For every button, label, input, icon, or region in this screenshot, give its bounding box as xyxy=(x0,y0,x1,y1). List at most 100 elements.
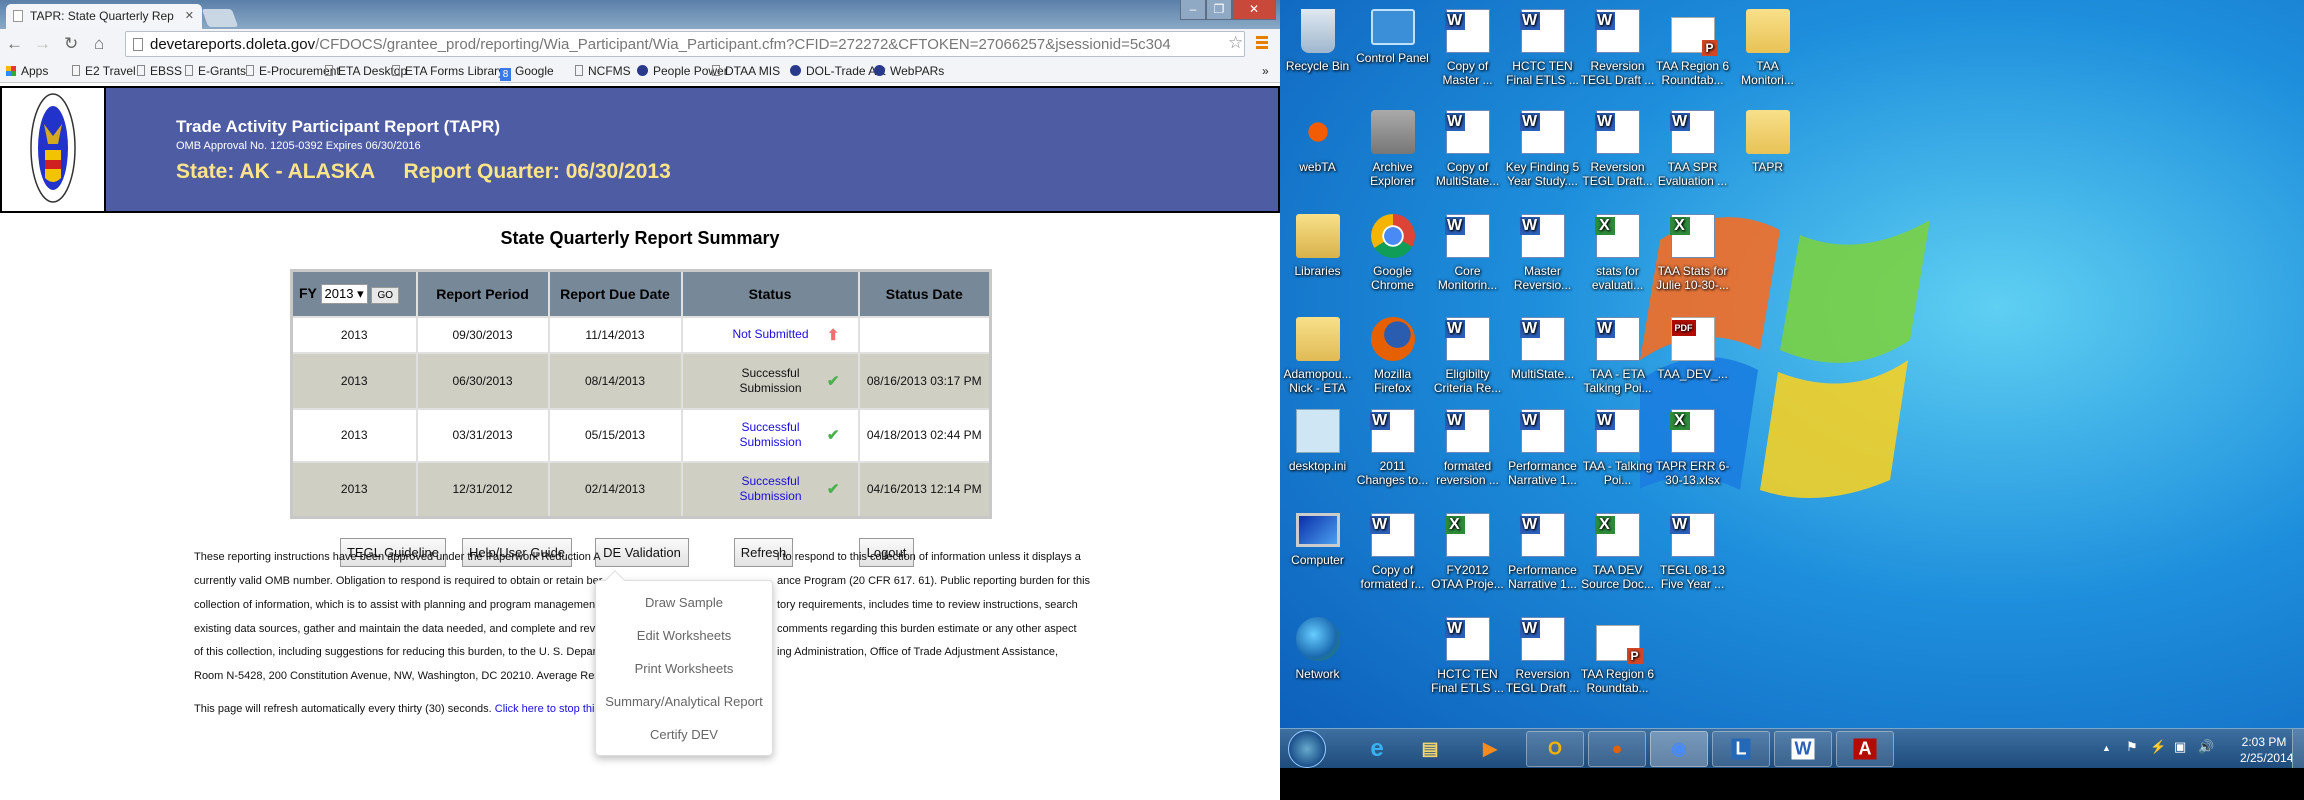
desktop-icon[interactable]: Adamopou... Nick - ETA xyxy=(1280,317,1355,395)
bookmark-item[interactable]: ETA Forms Library xyxy=(392,64,504,78)
minimize-button[interactable]: – xyxy=(1180,0,1206,20)
desktop-icon[interactable]: Archive Explorer xyxy=(1355,110,1430,188)
menu-item-certify-dev[interactable]: Certify DEV xyxy=(596,727,772,742)
de-validation-button[interactable]: DE Validation xyxy=(595,538,689,567)
desktop-icon[interactable]: Google Chrome xyxy=(1355,214,1430,292)
taskbar-clock[interactable]: 2:03 PM 2/25/2014 xyxy=(2240,734,2293,766)
desktop-icon[interactable]: Network xyxy=(1280,617,1355,681)
tab-close-icon[interactable]: ✕ xyxy=(185,9,194,22)
taskbar-acrobat-icon[interactable]: A xyxy=(1836,731,1894,767)
tray-expand-icon[interactable]: ▲ xyxy=(2102,743,2111,753)
dol-seal-icon xyxy=(637,65,648,76)
desktop-icon[interactable]: TAA Region 6 Roundtab... xyxy=(1580,617,1655,695)
new-tab-button[interactable] xyxy=(201,9,239,27)
status-link[interactable]: Successful Submission xyxy=(711,474,831,504)
bookmark-item[interactable]: 8 Google xyxy=(500,64,554,81)
action-center-icon[interactable]: ⚑ xyxy=(2126,739,2138,755)
desktop-icon[interactable]: HCTC TEN Final ETLS ... xyxy=(1430,617,1505,695)
bookmarks-overflow-button[interactable]: » xyxy=(1262,64,1269,78)
desktop-icon[interactable]: Reversion TEGL Draft... xyxy=(1580,110,1655,188)
desktop-icon[interactable]: Performance Narrative 1... xyxy=(1505,513,1580,591)
desktop-icon-label: Recycle Bin xyxy=(1285,59,1350,73)
close-window-button[interactable]: ✕ xyxy=(1232,0,1276,20)
maximize-button[interactable]: ❐ xyxy=(1206,0,1232,20)
bookmark-item[interactable]: NCFMS xyxy=(575,64,631,78)
status-link[interactable]: Successful Submission xyxy=(711,420,831,450)
chrome-menu-icon[interactable] xyxy=(1256,36,1268,51)
power-icon[interactable]: ⚡ xyxy=(2150,739,2166,755)
desktop-icon[interactable]: TAA Region 6 Roundtab... xyxy=(1655,9,1730,87)
network-tray-icon[interactable]: ▣ xyxy=(2174,739,2186,755)
desktop-icon[interactable]: stats for evaluati... xyxy=(1580,214,1655,292)
desktop-icon[interactable]: Performance Narrative 1... xyxy=(1505,409,1580,487)
desktop-icon[interactable]: TAA_DEV_... xyxy=(1655,317,1730,381)
desktop-icon[interactable]: Libraries xyxy=(1280,214,1355,278)
browser-tab[interactable]: TAPR: State Quarterly Rep ✕ xyxy=(6,4,202,29)
bookmark-item[interactable]: Apps xyxy=(6,64,48,78)
desktop-icon[interactable]: Key Finding 5 Year Study.... xyxy=(1505,110,1580,188)
desktop-icon[interactable]: TEGL 08-13 Five Year ... xyxy=(1655,513,1730,591)
desktop-icon[interactable]: Core Monitorin... xyxy=(1430,214,1505,292)
desktop-icon[interactable]: TAA Monitori... xyxy=(1730,9,1805,87)
back-icon[interactable]: ← xyxy=(6,34,23,54)
desktop-icon[interactable]: Control Panel xyxy=(1355,9,1430,65)
forward-icon[interactable]: → xyxy=(34,34,51,54)
google-icon: 8 xyxy=(500,68,511,81)
desktop-icon[interactable]: Copy of MultiState... xyxy=(1430,110,1505,188)
desktop-icon[interactable]: TAA - Talking Poi... xyxy=(1580,409,1655,487)
desktop-icon-label: formated reversion ... xyxy=(1436,459,1499,487)
taskbar-word-icon[interactable]: W xyxy=(1774,731,1832,767)
bookmark-item[interactable]: WebPARs xyxy=(874,64,944,78)
taskbar-internet-explorer-icon[interactable]: e xyxy=(1357,731,1397,767)
desktop-icon[interactable]: TAA - ETA Talking Poi... xyxy=(1580,317,1655,395)
menu-item-print-worksheets[interactable]: Print Worksheets xyxy=(596,661,772,676)
fy-select[interactable]: 2013 ▾ xyxy=(320,283,368,304)
bookmark-item[interactable]: E-Grants xyxy=(185,64,246,78)
desktop-icon[interactable]: FY2012 OTAA Proje... xyxy=(1430,513,1505,591)
desktop-icon[interactable]: Mozilla Firefox xyxy=(1355,317,1430,395)
taskbar-windows-explorer-icon[interactable]: ▤ xyxy=(1410,731,1450,767)
go-button[interactable]: GO xyxy=(371,286,400,304)
desktop-icon[interactable]: Eligibilty Criteria Re... xyxy=(1430,317,1505,395)
volume-icon[interactable]: 🔊 xyxy=(2198,739,2214,755)
desktop-icon[interactable]: formated reversion ... xyxy=(1430,409,1505,487)
home-icon[interactable]: ⌂ xyxy=(94,34,104,54)
reload-icon[interactable]: ↻ xyxy=(64,34,78,54)
desktop-icon[interactable]: Copy of Master ... xyxy=(1430,9,1505,87)
bookmark-star-icon[interactable]: ☆ xyxy=(1228,33,1243,53)
desktop-icon[interactable]: Computer xyxy=(1280,513,1355,567)
desktop-icon[interactable]: Recycle Bin xyxy=(1280,9,1355,73)
taskbar-chrome-icon[interactable]: ◉ xyxy=(1650,731,1708,767)
desktop-icon[interactable]: desktop.ini xyxy=(1280,409,1355,473)
desktop-icon[interactable]: TAA DEV Source Doc... xyxy=(1580,513,1655,591)
address-bar[interactable]: devetareports.doleta.gov/CFDOCS/grantee_… xyxy=(125,31,1245,57)
bookmark-item[interactable]: E2 Travel xyxy=(72,64,136,78)
start-button[interactable] xyxy=(1288,730,1326,768)
desktop-icon[interactable]: 2011 Changes to... xyxy=(1355,409,1430,487)
bookmark-item[interactable]: DTAA MIS xyxy=(712,64,780,78)
menu-item-draw-sample[interactable]: Draw Sample xyxy=(596,595,772,610)
desktop-icon[interactable]: Master Reversio... xyxy=(1505,214,1580,292)
notice-text-line: These reporting instructions have been a… xyxy=(194,551,601,563)
status-link[interactable]: Not Submitted xyxy=(711,327,831,342)
bookmark-item[interactable]: DOL-Trade Act xyxy=(790,64,886,78)
taskbar-media-player-icon[interactable]: ▶ xyxy=(1470,731,1510,767)
desktop-icon[interactable]: MultiState... xyxy=(1505,317,1580,381)
desktop-icon[interactable]: TAA SPR Evaluation ... xyxy=(1655,110,1730,188)
desktop-icon-label: 2011 Changes to... xyxy=(1356,459,1429,487)
desktop-icon[interactable]: webTA xyxy=(1280,110,1355,174)
desktop-icon[interactable]: TAA Stats for Julie 10-30-... xyxy=(1655,214,1730,292)
desktop-icon[interactable]: Copy of formated r... xyxy=(1355,513,1430,591)
menu-item-summary-analytical-report[interactable]: Summary/Analytical Report xyxy=(596,694,772,709)
taskbar-outlook-icon[interactable]: O xyxy=(1526,731,1584,767)
bookmark-item[interactable]: EBSS xyxy=(137,64,182,78)
taskbar-lync-icon[interactable]: L xyxy=(1712,731,1770,767)
desktop-icon[interactable]: TAPR ERR 6-30-13.xlsx xyxy=(1655,409,1730,487)
desktop-icon[interactable]: TAPR xyxy=(1730,110,1805,174)
desktop-icon[interactable]: HCTC TEN Final ETLS ... xyxy=(1505,9,1580,87)
taskbar-firefox-icon[interactable]: ● xyxy=(1588,731,1646,767)
desktop-icon[interactable]: Reversion TEGL Draft ... xyxy=(1505,617,1580,695)
desktop-icon[interactable]: Reversion TEGL Draft ... xyxy=(1580,9,1655,87)
menu-item-edit-worksheets[interactable]: Edit Worksheets xyxy=(596,628,772,643)
show-desktop-button[interactable] xyxy=(2292,729,2304,768)
